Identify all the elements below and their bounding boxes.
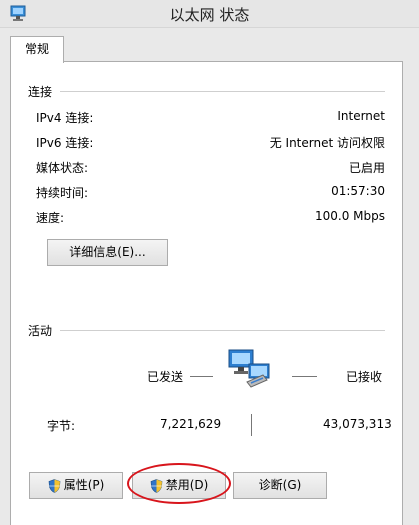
ipv4-value: Internet <box>337 109 385 123</box>
disable-button[interactable]: 禁用(D) <box>132 472 226 499</box>
media-state-value: 已启用 <box>348 161 385 175</box>
received-line <box>292 376 317 377</box>
ipv6-label: IPv6 连接: <box>36 136 94 150</box>
diagnose-button[interactable]: 诊断(G) <box>233 472 327 499</box>
sent-label: 已发送 <box>147 370 184 384</box>
activity-heading: 活动 <box>28 324 53 338</box>
general-panel <box>10 61 403 525</box>
bytes-sent-value: 7,221,629 <box>160 417 222 431</box>
bytes-received-value: 43,073,313 <box>323 417 392 431</box>
details-button[interactable]: 详细信息(E)... <box>47 239 168 266</box>
sent-line <box>190 376 213 377</box>
speed-value: 100.0 Mbps <box>314 209 385 223</box>
tab-general[interactable]: 常规 <box>10 36 64 63</box>
media-state-label: 媒体状态: <box>36 161 89 175</box>
window-title: 以太网 状态 <box>169 6 250 24</box>
duration-label: 持续时间: <box>36 186 89 200</box>
network-computers-icon <box>228 349 270 388</box>
uac-shield-icon <box>150 478 163 493</box>
uac-shield-icon <box>48 478 61 493</box>
speed-label: 速度: <box>36 211 65 225</box>
duration-value: 01:57:30 <box>331 184 385 198</box>
properties-label: 属性(P) <box>63 478 105 492</box>
bytes-label: 字节: <box>47 419 76 433</box>
received-label: 已接收 <box>346 370 383 384</box>
disable-label: 禁用(D) <box>165 478 209 492</box>
activity-divider <box>60 330 385 331</box>
connection-divider <box>60 91 385 92</box>
connection-heading: 连接 <box>28 85 53 99</box>
ipv4-label: IPv4 连接: <box>36 111 94 125</box>
bytes-separator <box>251 414 252 436</box>
title-bar: 以太网 状态 <box>0 0 419 28</box>
ipv6-value: 无 Internet 访问权限 <box>269 136 385 150</box>
properties-button[interactable]: 属性(P) <box>29 472 123 499</box>
